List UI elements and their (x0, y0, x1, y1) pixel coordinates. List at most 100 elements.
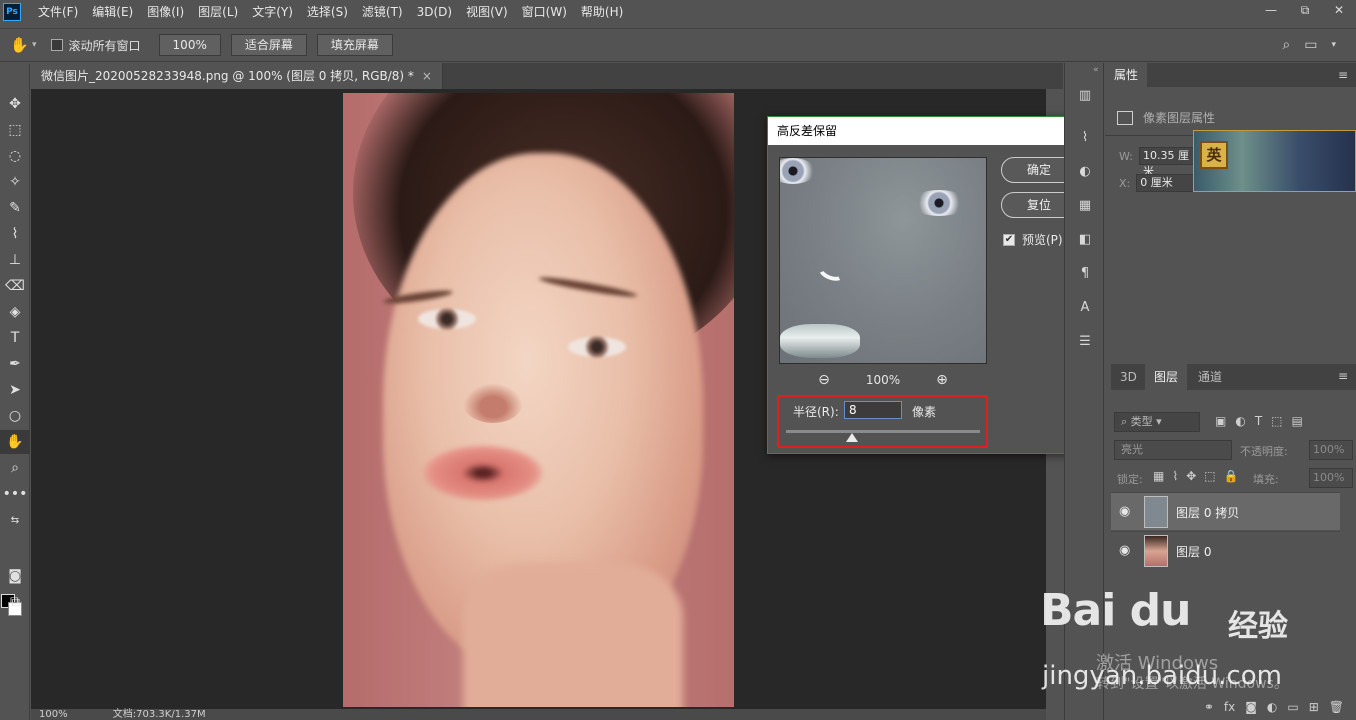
marquee-tool-icon[interactable]: ⬚ (0, 118, 30, 142)
layer-filter-select[interactable]: ⌕ 类型 ▾ (1114, 412, 1200, 432)
eraser-tool-icon[interactable]: ⌫ (0, 274, 30, 298)
ellipse-tool-icon[interactable]: ○ (0, 404, 30, 428)
menu-file[interactable]: 文件(F) (31, 0, 85, 24)
lock-artboard-icon[interactable]: ⬚ (1204, 469, 1215, 483)
path-select-icon[interactable]: ➤ (0, 378, 30, 402)
eyedropper-icon[interactable]: ✎ (0, 196, 30, 220)
lasso-tool-icon[interactable]: ◌ (0, 144, 30, 168)
menu-image[interactable]: 图像(I) (140, 0, 191, 24)
swatches-icon[interactable]: ▦ (1075, 195, 1095, 215)
quick-mask-icon[interactable]: ◙ (0, 564, 30, 588)
status-doc-size[interactable]: 文档:703.3K/1.37M (113, 709, 206, 720)
character-icon[interactable]: A (1075, 297, 1095, 317)
fx-icon[interactable]: fx (1224, 700, 1235, 714)
workspace-icon[interactable]: ▭ (1304, 37, 1317, 53)
menu-select[interactable]: 选择(S) (300, 0, 355, 24)
blend-mode-select[interactable]: 亮光 (1114, 440, 1232, 460)
new-group-icon[interactable]: ▭ (1287, 700, 1298, 714)
fill-screen-button[interactable]: 填充屏幕 (316, 34, 393, 56)
options-bar: ✋ ▾ 滚动所有窗口 100% 适合屏幕 填充屏幕 ⌕ ▭ ▾ (0, 28, 1356, 62)
zoom-in-icon[interactable]: ⊕ (936, 372, 948, 388)
close-tab-icon[interactable]: × (422, 69, 432, 83)
styles-icon[interactable]: ◧ (1075, 229, 1095, 249)
swap-colors-icon[interactable]: ⇆ (0, 508, 30, 532)
tab-layers[interactable]: 图层 (1145, 364, 1188, 390)
image-filter-icon[interactable]: ▣ (1215, 414, 1226, 428)
move-tool-icon[interactable]: ✥ (0, 92, 30, 116)
paragraph-icon[interactable]: ¶ (1075, 263, 1095, 283)
tab-3d[interactable]: 3D (1111, 364, 1146, 390)
search-icon[interactable]: ⌕ (1282, 37, 1290, 53)
fit-screen-button[interactable]: 适合屏幕 (230, 34, 307, 56)
preview-checkbox[interactable]: ✔ (1003, 233, 1015, 246)
radius-slider-track[interactable] (786, 430, 980, 433)
brush-panel-icon[interactable]: ⌇ (1075, 127, 1095, 147)
pen-tool-icon[interactable]: ✒ (0, 352, 30, 376)
eye-icon[interactable]: ◉ (1119, 543, 1130, 558)
paint-bucket-icon[interactable]: ◈ (0, 300, 30, 324)
x-input[interactable]: 0 厘米 (1136, 174, 1195, 192)
radius-input[interactable]: 8 (844, 401, 902, 419)
filter-preview[interactable] (779, 157, 987, 364)
fill-input[interactable]: 100% (1309, 468, 1353, 488)
menu-type[interactable]: 文字(Y) (245, 0, 300, 24)
smart-filter-icon[interactable]: ▤ (1292, 414, 1303, 428)
menu-edit[interactable]: 编辑(E) (85, 0, 140, 24)
zoom-100-button[interactable]: 100% (158, 34, 221, 56)
lock-transparent-icon[interactable]: ▦ (1153, 469, 1164, 483)
layers-menu-icon[interactable]: ≡ (1338, 369, 1348, 383)
close-button[interactable]: ✕ (1322, 0, 1356, 20)
brush-tool-icon[interactable]: ⌇ (0, 222, 30, 246)
lock-pixels-icon[interactable]: ⌇ (1172, 469, 1178, 483)
menu-3d[interactable]: 3D(D) (410, 0, 459, 24)
collapse-icon[interactable]: « (1093, 65, 1099, 75)
menu-window[interactable]: 窗口(W) (515, 0, 574, 24)
menu-layer[interactable]: 图层(L) (191, 0, 245, 24)
radius-slider-thumb[interactable] (845, 433, 858, 442)
menu-filter[interactable]: 滤镜(T) (355, 0, 410, 24)
link-layers-icon[interactable]: ⚭ (1204, 700, 1214, 714)
more-tools-icon[interactable]: ••• (0, 482, 30, 506)
histogram-icon[interactable]: ▥ (1075, 85, 1095, 105)
tools-panel: ✥ ⬚ ◌ ✧ ✎ ⌇ ⊥ ⌫ ◈ T ✒ ➤ ○ ✋ ⌕ ••• ⇆ ◙ ⧉ (0, 64, 30, 720)
zoom-out-icon[interactable]: ⊖ (818, 372, 830, 388)
document-tab[interactable]: 微信图片_20200528233948.png @ 100% (图层 0 拷贝,… (31, 63, 443, 89)
hand-tool-active-icon[interactable]: ✋ (0, 430, 30, 454)
properties-icon[interactable]: ☰ (1075, 331, 1095, 351)
magic-wand-icon[interactable]: ✧ (0, 170, 30, 194)
shape-filter-icon[interactable]: ⬚ (1271, 414, 1282, 428)
type-tool-icon[interactable]: T (0, 326, 30, 350)
opacity-input[interactable]: 100% (1309, 440, 1353, 460)
width-input[interactable]: 10.35 厘米 (1138, 147, 1197, 178)
layer-row[interactable]: ◉ 图层 0 拷贝 (1111, 492, 1340, 530)
menu-help[interactable]: 帮助(H) (574, 0, 630, 24)
screen-mode-icon[interactable]: ⧉ (0, 590, 30, 614)
stamp-tool-icon[interactable]: ⊥ (0, 248, 30, 272)
x-label: X: (1119, 176, 1131, 190)
lock-position-icon[interactable]: ✥ (1186, 469, 1196, 483)
lock-all-icon[interactable]: 🔒 (1224, 469, 1239, 483)
zoom-tool-icon[interactable]: ⌕ (0, 456, 30, 480)
scroll-all-windows-checkbox[interactable] (50, 39, 63, 51)
new-layer-icon[interactable]: ⊞ (1309, 700, 1319, 714)
tab-properties[interactable]: 属性 (1105, 63, 1148, 87)
layer-row[interactable]: ◉ 图层 0 (1111, 531, 1340, 569)
adjust-filter-icon[interactable]: ◐ (1235, 414, 1245, 428)
eye-icon[interactable]: ◉ (1119, 504, 1130, 519)
preview-checkbox-row[interactable]: ✔ 预览(P) (1003, 231, 1063, 248)
delete-layer-icon[interactable]: 🗑 (1329, 700, 1344, 714)
minimize-button[interactable]: — (1254, 0, 1288, 20)
tab-channels[interactable]: 通道 (1189, 364, 1231, 390)
chevron-down-icon[interactable]: ▾ (32, 40, 37, 50)
menu-view[interactable]: 视图(V) (459, 0, 515, 24)
adjustment-layer-icon[interactable]: ◐ (1267, 700, 1277, 714)
chevron-down-icon[interactable]: ▾ (1331, 37, 1336, 53)
preview-zoom-level: 100% (865, 373, 901, 387)
game-ad-overlay[interactable]: 英 (1193, 130, 1356, 192)
add-mask-icon[interactable]: ◙ (1245, 700, 1257, 714)
hand-tool-icon[interactable]: ✋ (10, 36, 32, 54)
restore-button[interactable]: ⧉ (1288, 0, 1322, 20)
panel-menu-icon[interactable]: ≡ (1338, 68, 1348, 82)
adjustments-icon[interactable]: ◐ (1075, 161, 1095, 181)
text-filter-icon[interactable]: T (1255, 414, 1262, 428)
